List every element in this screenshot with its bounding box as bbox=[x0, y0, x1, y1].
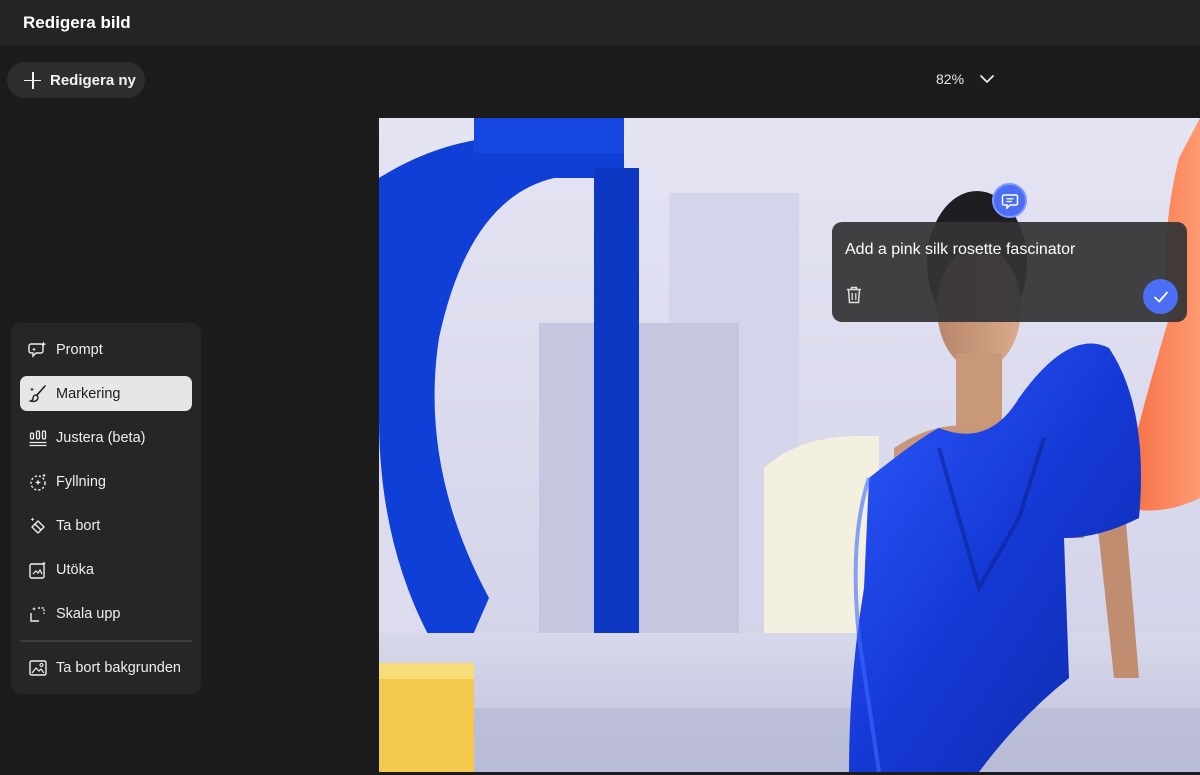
tool-justera[interactable]: Justera (beta) bbox=[20, 420, 192, 455]
checkmark-icon bbox=[1153, 291, 1168, 302]
zoom-level: 82% bbox=[936, 71, 965, 87]
tool-ta-bort-bakgrunden[interactable]: Ta bort bakgrunden bbox=[20, 651, 192, 686]
tool-panel: Prompt Markering Justera (beta) Fyllning bbox=[11, 323, 201, 694]
comment-pin[interactable] bbox=[992, 183, 1027, 218]
new-edit-label: Redigera ny bbox=[50, 71, 136, 89]
brush-icon bbox=[28, 384, 46, 402]
expand-icon bbox=[29, 561, 46, 579]
tool-label: Fyllning bbox=[56, 473, 106, 490]
sliders-icon bbox=[29, 429, 47, 446]
eraser-icon bbox=[30, 517, 45, 534]
tool-label: Ta bort bakgrunden bbox=[56, 660, 181, 676]
tool-label: Skala upp bbox=[56, 605, 121, 622]
prompt-sparkle-icon bbox=[28, 341, 47, 358]
image-canvas[interactable] bbox=[379, 118, 1200, 772]
tool-label: Ta bort bbox=[56, 517, 101, 534]
tool-label: Prompt bbox=[56, 341, 103, 358]
trash-icon bbox=[847, 286, 861, 304]
remove-background-icon bbox=[29, 660, 47, 676]
tool-label: Utöka bbox=[56, 561, 94, 578]
plus-icon bbox=[24, 71, 41, 89]
new-edit-button[interactable]: Redigera ny bbox=[7, 62, 145, 98]
prompt-text[interactable]: Add a pink silk rosette fascinator bbox=[845, 241, 1075, 259]
chevron-down-icon[interactable] bbox=[978, 70, 996, 88]
title-bar: Redigera bild bbox=[0, 0, 1200, 46]
prompt-popup: Add a pink silk rosette fascinator bbox=[832, 222, 1187, 322]
tool-ta-bort[interactable]: Ta bort bbox=[20, 508, 192, 543]
tool-label: Markering bbox=[56, 385, 121, 402]
tool-fyllning[interactable]: Fyllning bbox=[20, 464, 192, 499]
tool-skala-upp[interactable]: Skala upp bbox=[20, 596, 192, 631]
fill-icon bbox=[30, 473, 46, 491]
tool-divider bbox=[20, 640, 192, 642]
upscale-icon bbox=[30, 606, 45, 622]
edited-image bbox=[379, 118, 1200, 772]
zoom-control[interactable]: 82% bbox=[936, 68, 996, 90]
comment-icon bbox=[1001, 193, 1018, 210]
confirm-prompt-button[interactable] bbox=[1143, 279, 1178, 314]
delete-prompt-button[interactable] bbox=[843, 284, 865, 306]
tool-prompt[interactable]: Prompt bbox=[20, 332, 192, 367]
tool-label: Justera (beta) bbox=[56, 429, 146, 446]
tool-markering[interactable]: Markering bbox=[20, 376, 192, 411]
page-title: Redigera bild bbox=[23, 13, 131, 32]
tool-utoka[interactable]: Utöka bbox=[20, 552, 192, 587]
